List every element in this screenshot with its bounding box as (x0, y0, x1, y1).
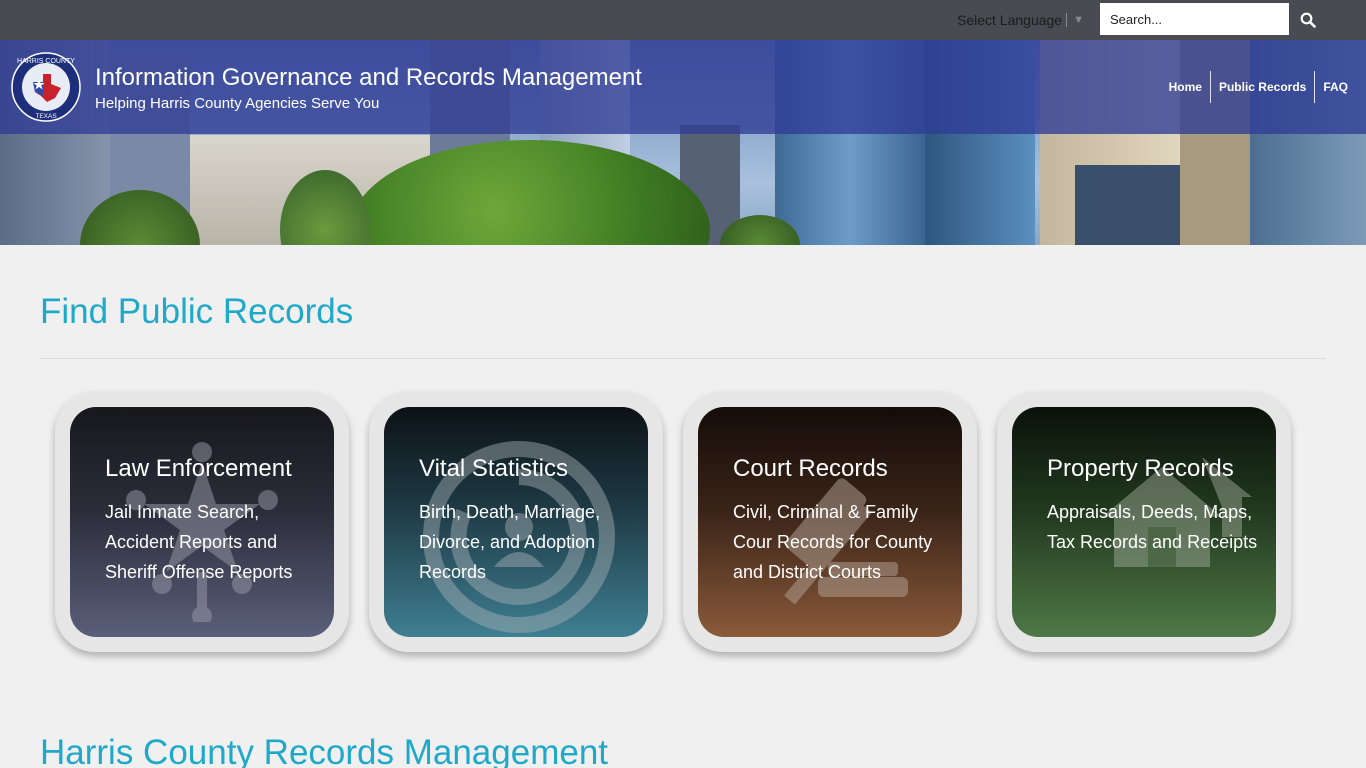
page-title: Find Public Records (40, 292, 354, 331)
section-divider (40, 358, 1326, 359)
card-description: Civil, Criminal & Family Cour Records fo… (733, 502, 933, 582)
top-utility-bar: Select Language ▼ (0, 0, 1366, 40)
card-description: Birth, Death, Marriage, Divorce, and Ado… (419, 502, 601, 582)
card-vital-statistics[interactable]: Vital Statistics Birth, Death, Marriage,… (369, 392, 663, 652)
seal-text-bottom: TEXAS (35, 113, 57, 120)
card-inner: Law Enforcement Jail Inmate Search, Acci… (70, 407, 334, 637)
language-selector[interactable]: Select Language ▼ (957, 11, 1084, 29)
language-divider (1066, 13, 1068, 27)
search-icon (1300, 12, 1316, 28)
card-title: Court Records (733, 455, 888, 482)
card-description: Appraisals, Deeds, Maps, Tax Records and… (1047, 502, 1258, 552)
card-title: Law Enforcement (105, 455, 292, 482)
card-inner: Court Records Civil, Criminal & Family C… (698, 407, 962, 637)
texas-seal-icon: HARRIS COUNTY TEXAS (11, 52, 81, 122)
seal-text-top: HARRIS COUNTY (17, 58, 75, 65)
site-subtitle: Helping Harris County Agencies Serve You (95, 95, 380, 112)
caret-down-icon: ▼ (1073, 14, 1084, 26)
site-title[interactable]: Information Governance and Records Manag… (95, 64, 642, 92)
search-button[interactable] (1292, 4, 1324, 36)
main-nav: Home Public Records FAQ (1161, 71, 1356, 103)
card-title: Property Records (1047, 455, 1234, 482)
card-court-records[interactable]: Court Records Civil, Criminal & Family C… (683, 392, 977, 652)
hero-banner: HARRIS COUNTY TEXAS Information Governan… (0, 40, 1366, 245)
card-description: Jail Inmate Search, Accident Reports and… (105, 502, 293, 582)
nav-home[interactable]: Home (1161, 71, 1210, 103)
nav-public-records[interactable]: Public Records (1209, 71, 1314, 103)
search-input[interactable] (1100, 3, 1289, 35)
harris-county-seal[interactable]: HARRIS COUNTY TEXAS (11, 52, 81, 122)
card-inner: Vital Statistics Birth, Death, Marriage,… (384, 407, 648, 637)
language-selector-label: Select Language (957, 12, 1063, 28)
records-management-heading: Harris County Records Management (40, 733, 609, 768)
card-inner: Property Records Appraisals, Deeds, Maps… (1012, 407, 1276, 637)
card-title: Vital Statistics (419, 455, 568, 482)
card-property-records[interactable]: Property Records Appraisals, Deeds, Maps… (997, 392, 1291, 652)
nav-faq[interactable]: FAQ (1314, 71, 1356, 103)
card-law-enforcement[interactable]: Law Enforcement Jail Inmate Search, Acci… (55, 392, 349, 652)
